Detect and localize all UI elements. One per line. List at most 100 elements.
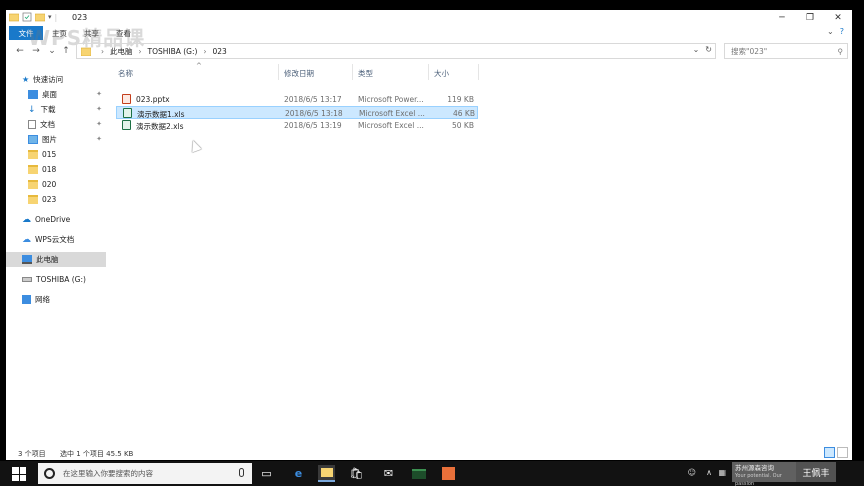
excel-file-icon: [122, 120, 131, 130]
address-dropdown-icon[interactable]: ⌄: [693, 45, 700, 54]
pin-icon[interactable]: ✦: [96, 90, 102, 98]
view-toggle: [824, 447, 848, 458]
column-divider[interactable]: [478, 64, 479, 80]
picture-icon: [28, 135, 38, 144]
sidebar-item-pictures[interactable]: 图片 ✦: [6, 132, 106, 147]
tab-file[interactable]: 文件: [9, 26, 43, 40]
mail-icon[interactable]: ✉: [380, 465, 397, 482]
folder-icon: [28, 150, 38, 159]
help-icon[interactable]: ?: [840, 27, 844, 36]
file-list: ^ 名称 修改日期 类型 大小 023.pptx 2018/6/5 13:17 …: [110, 62, 850, 448]
up-arrow-icon[interactable]: ↑: [60, 44, 72, 58]
ribbon-expand-icon[interactable]: ⌄: [827, 27, 834, 36]
file-date: 2018/6/5 13:18: [285, 109, 343, 118]
star-icon: ★: [22, 75, 30, 84]
overlay-slogan: Your potential. Our passion: [735, 473, 782, 486]
edge-browser-icon[interactable]: e: [290, 465, 307, 482]
windows-start-icon[interactable]: [12, 467, 26, 481]
file-row[interactable]: 演示数据2.xls 2018/6/5 13:19 Microsoft Excel…: [116, 119, 478, 132]
file-row[interactable]: 023.pptx 2018/6/5 13:17 Microsoft Power.…: [116, 93, 478, 106]
address-bar[interactable]: › 此电脑 › TOSHIBA (G:) › 023 ⌄ ↻: [76, 43, 716, 59]
app-icon-orange[interactable]: [440, 465, 457, 482]
tray-expand-icon[interactable]: ∧: [706, 468, 712, 477]
taskbar-search-input[interactable]: 在这里输入你要搜索的内容: [38, 463, 252, 484]
sidebar-item-folder-020[interactable]: 020: [6, 177, 106, 192]
sidebar-item-network[interactable]: 网络: [6, 292, 106, 307]
qat-dropdown-icon[interactable]: ▾: [48, 13, 52, 21]
file-explorer-taskbar-icon[interactable]: [318, 465, 335, 482]
ribbon-right-controls: ⌄ ?: [827, 27, 844, 36]
folder-icon: [9, 13, 19, 22]
file-row-selected[interactable]: 演示数据1.xls 2018/6/5 13:18 Microsoft Excel…: [116, 106, 478, 119]
sidebar-item-quick-access[interactable]: ★ 快速访问: [6, 72, 106, 87]
computer-icon: [22, 255, 32, 264]
forward-arrow-icon[interactable]: →: [30, 44, 42, 58]
sidebar-item-onedrive[interactable]: ☁ OneDrive: [6, 212, 106, 227]
sidebar-item-this-pc[interactable]: 此电脑: [6, 252, 106, 267]
file-size: 119 KB: [447, 95, 474, 104]
sidebar-item-folder-015[interactable]: 015: [6, 147, 106, 162]
task-view-icon[interactable]: ▭: [258, 465, 275, 482]
column-divider[interactable]: [352, 64, 353, 80]
quick-access-toolbar: ▾ |: [9, 12, 57, 22]
file-name: 演示数据2.xls: [136, 122, 184, 131]
pin-icon[interactable]: ✦: [96, 105, 102, 113]
breadcrumb-drive[interactable]: TOSHIBA (G:): [148, 47, 198, 56]
large-icons-view-icon[interactable]: [837, 447, 848, 458]
sidebar-item-downloads[interactable]: ↓ 下载 ✦: [6, 102, 106, 117]
maximize-button[interactable]: ❐: [796, 10, 824, 26]
recent-locations-icon[interactable]: ⌄: [46, 44, 58, 58]
minimize-button[interactable]: ─: [768, 10, 796, 26]
sidebar-item-folder-018[interactable]: 018: [6, 162, 106, 177]
search-input[interactable]: 搜索"023" ⚲: [724, 43, 848, 59]
file-name: 023.pptx: [136, 95, 170, 104]
sidebar-item-wps-cloud[interactable]: ☁ WPS云文档: [6, 232, 106, 247]
people-icon[interactable]: ☺: [688, 468, 696, 477]
details-view-icon[interactable]: [824, 447, 835, 458]
column-divider[interactable]: [428, 64, 429, 80]
column-divider[interactable]: [278, 64, 279, 80]
address-bar-controls: ⌄ ↻: [693, 45, 712, 54]
properties-icon[interactable]: [22, 12, 32, 22]
column-header-date[interactable]: 修改日期: [284, 68, 314, 79]
column-header-type[interactable]: 类型: [358, 68, 373, 79]
tab-view[interactable]: 查看: [116, 28, 131, 39]
cortana-icon: [44, 468, 55, 479]
sort-ascending-icon: ^: [196, 62, 202, 70]
file-type: Microsoft Excel ...: [359, 109, 425, 118]
pin-icon[interactable]: ✦: [96, 135, 102, 143]
column-header-name[interactable]: 名称: [118, 68, 133, 79]
file-date: 2018/6/5 13:17: [284, 95, 342, 104]
title-bar: ▾ | 023 ─ ❐ ✕: [6, 10, 852, 26]
navigation-pane: ★ 快速访问 桌面 ✦ ↓ 下载 ✦ 文档 ✦ 图片 ✦ 015 018 020…: [6, 68, 106, 448]
pin-icon[interactable]: ✦: [96, 120, 102, 128]
file-size: 46 KB: [453, 109, 475, 118]
store-icon[interactable]: 🛍: [348, 465, 365, 482]
terminal-icon[interactable]: [410, 465, 427, 482]
breadcrumb-this-pc[interactable]: 此电脑: [110, 46, 133, 57]
refresh-icon[interactable]: ↻: [705, 45, 712, 54]
sidebar-item-folder-023[interactable]: 023: [6, 192, 106, 207]
folder-icon: [28, 195, 38, 204]
microphone-icon[interactable]: [239, 468, 244, 477]
file-size: 50 KB: [452, 121, 474, 130]
presenter-overlay: 苏州源森咨询 Your potential. Our passion: [732, 462, 796, 486]
new-folder-icon[interactable]: [35, 12, 45, 22]
sidebar-item-label: 图片: [42, 135, 57, 144]
sidebar-item-toshiba-drive[interactable]: TOSHIBA (G:): [6, 272, 106, 287]
tab-share[interactable]: 共享: [84, 28, 99, 39]
sidebar-item-desktop[interactable]: 桌面 ✦: [6, 87, 106, 102]
breadcrumb-folder[interactable]: 023: [212, 47, 226, 56]
column-header-size[interactable]: 大小: [434, 68, 449, 79]
back-arrow-icon[interactable]: ←: [14, 44, 26, 58]
tab-home[interactable]: 主页: [52, 28, 67, 39]
sidebar-item-documents[interactable]: 文档 ✦: [6, 117, 106, 132]
sidebar-item-label: 网络: [35, 295, 50, 304]
folder-icon: [28, 165, 38, 174]
taskbar-search-placeholder: 在这里输入你要搜索的内容: [63, 469, 153, 478]
close-button[interactable]: ✕: [824, 10, 852, 26]
network-tray-icon[interactable]: ▦: [718, 468, 726, 477]
sidebar-item-label: 此电脑: [36, 255, 59, 264]
network-icon: [22, 295, 31, 304]
document-icon: [28, 120, 36, 129]
